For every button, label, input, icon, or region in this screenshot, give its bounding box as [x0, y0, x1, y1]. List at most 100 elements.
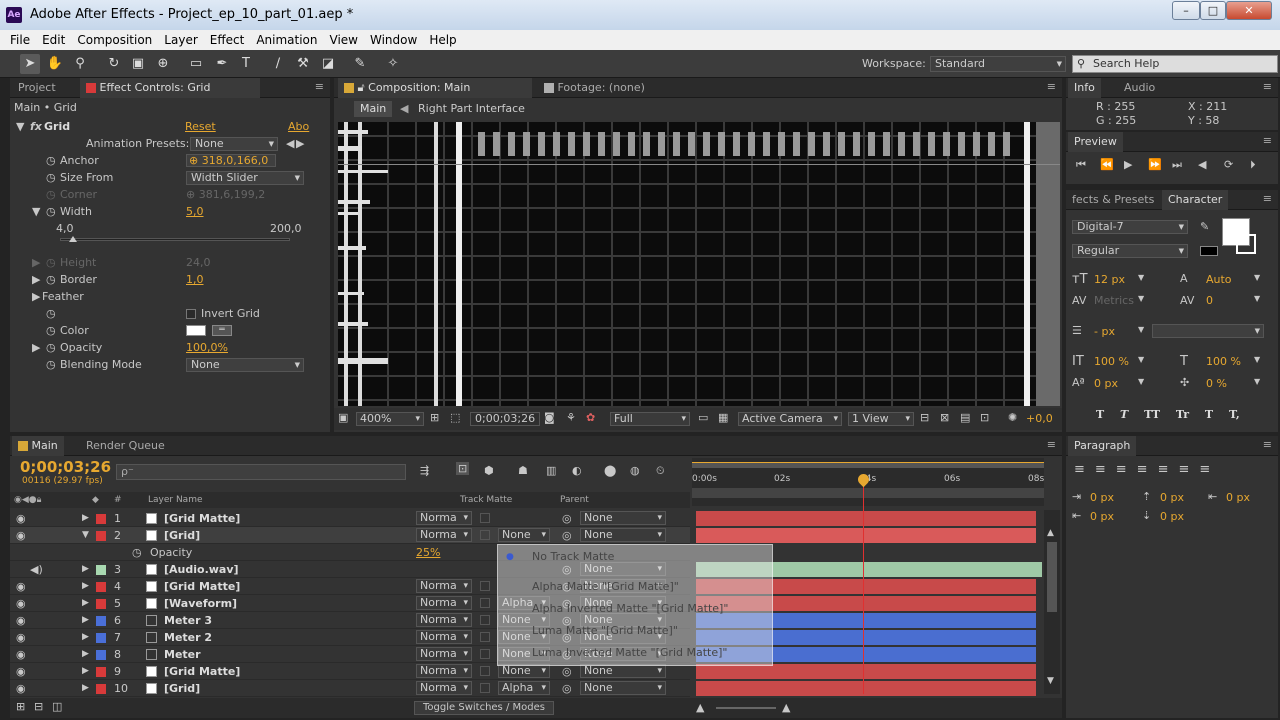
menu-animation[interactable]: Animation [250, 30, 323, 50]
comp-mini-flowchart-icon[interactable]: ⇶ [420, 464, 429, 477]
indent-right-value[interactable]: 0 px [1090, 510, 1114, 523]
panel-menu-icon[interactable]: ≡ [1263, 80, 1272, 93]
menu-window[interactable]: Window [364, 30, 423, 50]
layer-expand-arrow-icon[interactable]: ▶ [82, 663, 89, 680]
menu-help[interactable]: Help [423, 30, 462, 50]
first-line-indent-value[interactable]: 0 px [1226, 491, 1250, 504]
preserve-transparency-checkbox[interactable] [480, 513, 490, 523]
workspace-dropdown[interactable]: Standard [930, 56, 1066, 72]
snapshot-icon[interactable]: ◙ [544, 411, 555, 424]
flow-right-part[interactable]: Right Part Interface [418, 101, 525, 117]
resolution-dropdown[interactable]: Full [610, 412, 690, 426]
menu-view[interactable]: View [324, 30, 364, 50]
faux-bold-button[interactable]: T [1096, 408, 1104, 421]
layer-label-color[interactable] [96, 633, 106, 643]
eraser-tool-icon[interactable]: ◪ [318, 54, 338, 74]
grid-toggle-icon[interactable]: ⊞ [430, 411, 439, 424]
black-swatch[interactable] [1200, 246, 1218, 256]
layer-name[interactable]: [Grid Matte] [164, 663, 240, 680]
dropdown-arrow-icon[interactable]: ▼ [1254, 377, 1260, 386]
stopwatch-icon[interactable]: ◷ [46, 322, 56, 339]
dropdown-arrow-icon[interactable]: ▼ [1138, 377, 1144, 386]
graph-editor-icon[interactable]: ⏲ [656, 464, 665, 478]
tab-character[interactable]: Character [1162, 190, 1229, 210]
rotation-tool-icon[interactable]: ↻ [104, 54, 124, 74]
tsume-value[interactable]: 0 % [1206, 377, 1227, 390]
space-after-value[interactable]: 0 px [1160, 510, 1184, 523]
blend-mode-dropdown[interactable]: Norma [416, 681, 472, 695]
time-navigator[interactable] [692, 488, 1044, 498]
dropdown-arrow-icon[interactable]: ▼ [1254, 294, 1260, 303]
maximize-button[interactable]: □ [1200, 1, 1226, 20]
tab-paragraph[interactable]: Paragraph [1068, 436, 1137, 456]
layer-expand-arrow-icon[interactable]: ▶ [82, 595, 89, 612]
space-before-value[interactable]: 0 px [1160, 491, 1184, 504]
eyedropper-icon[interactable]: ═ [212, 325, 232, 336]
opacity-property-value[interactable]: 25% [416, 544, 440, 561]
ram-preview-icon[interactable]: ⏵ [1250, 158, 1256, 172]
stroke-color-swatch[interactable] [1236, 234, 1256, 254]
layer-duration-bar[interactable] [696, 511, 1036, 526]
camera-tool-icon[interactable]: ▣ [128, 54, 148, 74]
timeline-toggle-icon[interactable]: ▤ [960, 411, 970, 424]
menu-composition[interactable]: Composition [71, 30, 158, 50]
composition-viewer[interactable] [338, 122, 1060, 406]
pick-whip-icon[interactable]: ◎ [562, 527, 572, 544]
timeline-search-input[interactable]: ρ⁻ [116, 464, 406, 480]
toggle-switches-modes-button[interactable]: Toggle Switches / Modes [414, 701, 554, 715]
play-icon[interactable]: ▶ [1124, 158, 1132, 171]
shy-layers-icon[interactable]: ☗ [518, 464, 528, 477]
layer-row[interactable]: ◉ ▼ 2 [Grid] Norma None ◎ None [10, 527, 690, 544]
track-matte-dropdown[interactable]: None [498, 528, 550, 542]
expand-arrow-icon[interactable]: ▼ [32, 203, 40, 220]
collapse-arrow-icon[interactable]: ▶ [32, 288, 40, 305]
all-caps-button[interactable]: TT [1144, 408, 1160, 421]
zoom-out-icon[interactable]: ▲ [696, 701, 704, 714]
frame-blending-icon[interactable]: ▥ [546, 464, 556, 477]
preserve-transparency-checkbox[interactable] [480, 632, 490, 642]
blend-mode-dropdown[interactable]: Norma [416, 579, 472, 593]
dropdown-arrow-icon[interactable]: ▼ [1138, 273, 1144, 282]
alignment-buttons[interactable]: ≡≡≡≡≡≡≡ [1074, 462, 1220, 477]
layer-duration-bar[interactable] [696, 528, 1036, 543]
channel-icon[interactable]: ✿ [586, 411, 595, 424]
flowchart-icon[interactable]: ⊡ [980, 411, 989, 424]
baseline-shift-value[interactable]: 0 px [1094, 377, 1118, 390]
vertical-scale-value[interactable]: 100 % [1094, 355, 1129, 368]
magnification-dropdown[interactable]: 400% [356, 412, 424, 426]
eye-icon[interactable]: ◉ [16, 663, 26, 680]
width-slider[interactable] [60, 236, 290, 242]
menu-effect[interactable]: Effect [204, 30, 251, 50]
eye-icon[interactable]: ◉ [16, 680, 26, 697]
dropdown-arrow-icon[interactable]: ▼ [1254, 273, 1260, 282]
blend-mode-dropdown[interactable]: Norma [416, 511, 472, 525]
collapse-arrow-icon[interactable]: ▶ [32, 271, 40, 288]
tab-preview[interactable]: Preview [1068, 132, 1123, 152]
eye-icon[interactable]: ◉ [16, 510, 26, 527]
pen-tool-icon[interactable]: ✒ [212, 54, 232, 74]
blend-mode-dropdown[interactable]: Norma [416, 528, 472, 542]
layer-label-color[interactable] [96, 514, 106, 524]
roto-brush-tool-icon[interactable]: ✎ [350, 54, 370, 74]
layer-label-color[interactable] [96, 582, 106, 592]
menu-no-track-matte[interactable]: No Track Matte [532, 550, 614, 563]
type-tool-icon[interactable]: T [236, 54, 256, 74]
anchor-value[interactable]: ⊕ 318,0,166,0 [186, 154, 276, 167]
kerning-value[interactable]: Metrics [1094, 294, 1134, 307]
layer-label-color[interactable] [96, 616, 106, 626]
panel-menu-icon[interactable]: ≡ [1047, 80, 1056, 93]
eye-icon[interactable]: ◉ [16, 612, 26, 629]
panel-menu-icon[interactable]: ≡ [1263, 192, 1272, 205]
tab-footage[interactable]: Footage: (none) [538, 78, 651, 98]
track-matte-dropdown[interactable]: None [498, 664, 550, 678]
border-value[interactable]: 1,0 [186, 271, 204, 288]
toggle-switches-icon[interactable]: ⊞ [16, 700, 25, 713]
leading-value[interactable]: Auto [1206, 273, 1232, 286]
preserve-transparency-checkbox[interactable] [480, 598, 490, 608]
layer-expand-arrow-icon[interactable]: ▶ [82, 680, 89, 697]
dropdown-arrow-icon[interactable]: ▼ [1138, 355, 1144, 364]
stroke-order-dropdown[interactable] [1152, 324, 1264, 338]
transparency-grid-icon[interactable]: ▦ [718, 411, 728, 424]
parent-dropdown[interactable]: None [580, 664, 666, 678]
preserve-transparency-checkbox[interactable] [480, 530, 490, 540]
